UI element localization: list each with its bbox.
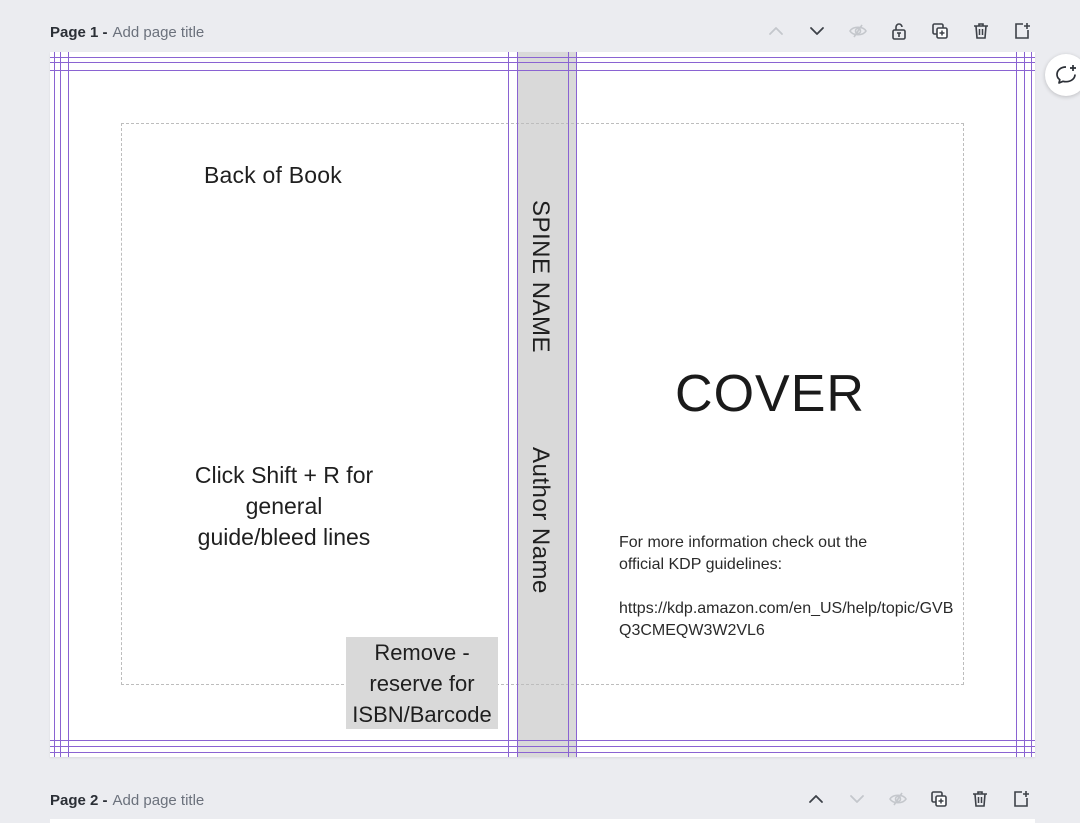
- eye-off-icon: [848, 21, 868, 41]
- trash-icon: [970, 789, 990, 809]
- guide-hint-text[interactable]: Click Shift + R for general guide/bleed …: [170, 460, 398, 553]
- page-2-header: Page 2 - Add page title: [50, 788, 204, 812]
- guide-line: [50, 70, 1035, 71]
- guide-line: [50, 57, 1035, 58]
- back-of-book-text[interactable]: Back of Book: [204, 162, 342, 189]
- move-page-up-button[interactable]: [802, 785, 830, 813]
- guide-line: [50, 62, 1035, 63]
- kdp-info-text[interactable]: For more information check out the offic…: [619, 532, 959, 642]
- page-1-label: Page 1 -: [50, 24, 108, 41]
- barcode-line: Remove -: [352, 637, 491, 668]
- hide-page-button[interactable]: [884, 785, 912, 813]
- hint-line: general: [170, 491, 398, 522]
- kdp-url-text: https://kdp.amazon.com/en_US/help/topic/…: [619, 598, 959, 642]
- guide-line: [568, 52, 569, 757]
- guide-line: [50, 746, 1035, 747]
- duplicate-page-button[interactable]: [926, 17, 954, 45]
- comment-add-icon: [1054, 63, 1078, 87]
- barcode-line: ISBN/Barcode: [352, 699, 491, 730]
- add-page-button[interactable]: [1008, 17, 1036, 45]
- eye-off-icon: [888, 789, 908, 809]
- move-page-down-button[interactable]: [843, 785, 871, 813]
- guide-line: [50, 740, 1035, 741]
- info-line: official KDP guidelines:: [619, 554, 959, 576]
- guide-line: [60, 52, 61, 757]
- hide-page-button[interactable]: [844, 17, 872, 45]
- guide-line: [576, 52, 577, 757]
- add-page-icon: [1011, 789, 1031, 809]
- page-2-toolbar: [789, 785, 1035, 813]
- spine-name-text[interactable]: SPINE NAME: [526, 200, 554, 353]
- add-page-icon: [1012, 21, 1032, 41]
- guide-line: [517, 52, 518, 757]
- page-1-header: Page 1 - Add page title: [50, 20, 204, 44]
- page-1-title-input[interactable]: Add page title: [113, 24, 205, 41]
- guide-line: [1024, 52, 1025, 757]
- duplicate-page-button[interactable]: [925, 785, 953, 813]
- barcode-line: reserve for: [352, 668, 491, 699]
- add-page-button[interactable]: [1007, 785, 1035, 813]
- add-comment-button[interactable]: [1045, 54, 1080, 96]
- lock-open-icon: [889, 21, 909, 41]
- guide-line: [50, 752, 1035, 753]
- guide-line: [1016, 52, 1017, 757]
- chevron-up-icon: [766, 21, 786, 41]
- page-1-toolbar: [749, 17, 1036, 45]
- guide-line: [508, 52, 509, 757]
- delete-page-button[interactable]: [966, 785, 994, 813]
- author-name-text[interactable]: Author Name: [526, 447, 554, 594]
- page-2-title-input[interactable]: Add page title: [113, 792, 205, 809]
- barcode-placeholder[interactable]: Remove - reserve for ISBN/Barcode: [346, 637, 498, 729]
- hint-line: Click Shift + R for: [170, 460, 398, 491]
- chevron-up-icon: [806, 789, 826, 809]
- move-page-up-button[interactable]: [762, 17, 790, 45]
- delete-page-button[interactable]: [967, 17, 995, 45]
- lock-page-button[interactable]: [885, 17, 913, 45]
- cover-title-text[interactable]: COVER: [610, 364, 930, 424]
- chevron-down-icon: [847, 789, 867, 809]
- page-2-canvas[interactable]: [50, 819, 1035, 823]
- page-1-canvas[interactable]: Back of Book Click Shift + R for general…: [50, 52, 1035, 757]
- guide-line: [68, 52, 69, 757]
- chevron-down-icon: [807, 21, 827, 41]
- guide-line: [1031, 52, 1032, 757]
- duplicate-icon: [929, 789, 949, 809]
- page-2-label: Page 2 -: [50, 792, 108, 809]
- trash-icon: [971, 21, 991, 41]
- duplicate-icon: [930, 21, 950, 41]
- move-page-down-button[interactable]: [803, 17, 831, 45]
- info-line: For more information check out the: [619, 532, 959, 554]
- hint-line: guide/bleed lines: [170, 522, 398, 553]
- guide-line: [54, 52, 55, 757]
